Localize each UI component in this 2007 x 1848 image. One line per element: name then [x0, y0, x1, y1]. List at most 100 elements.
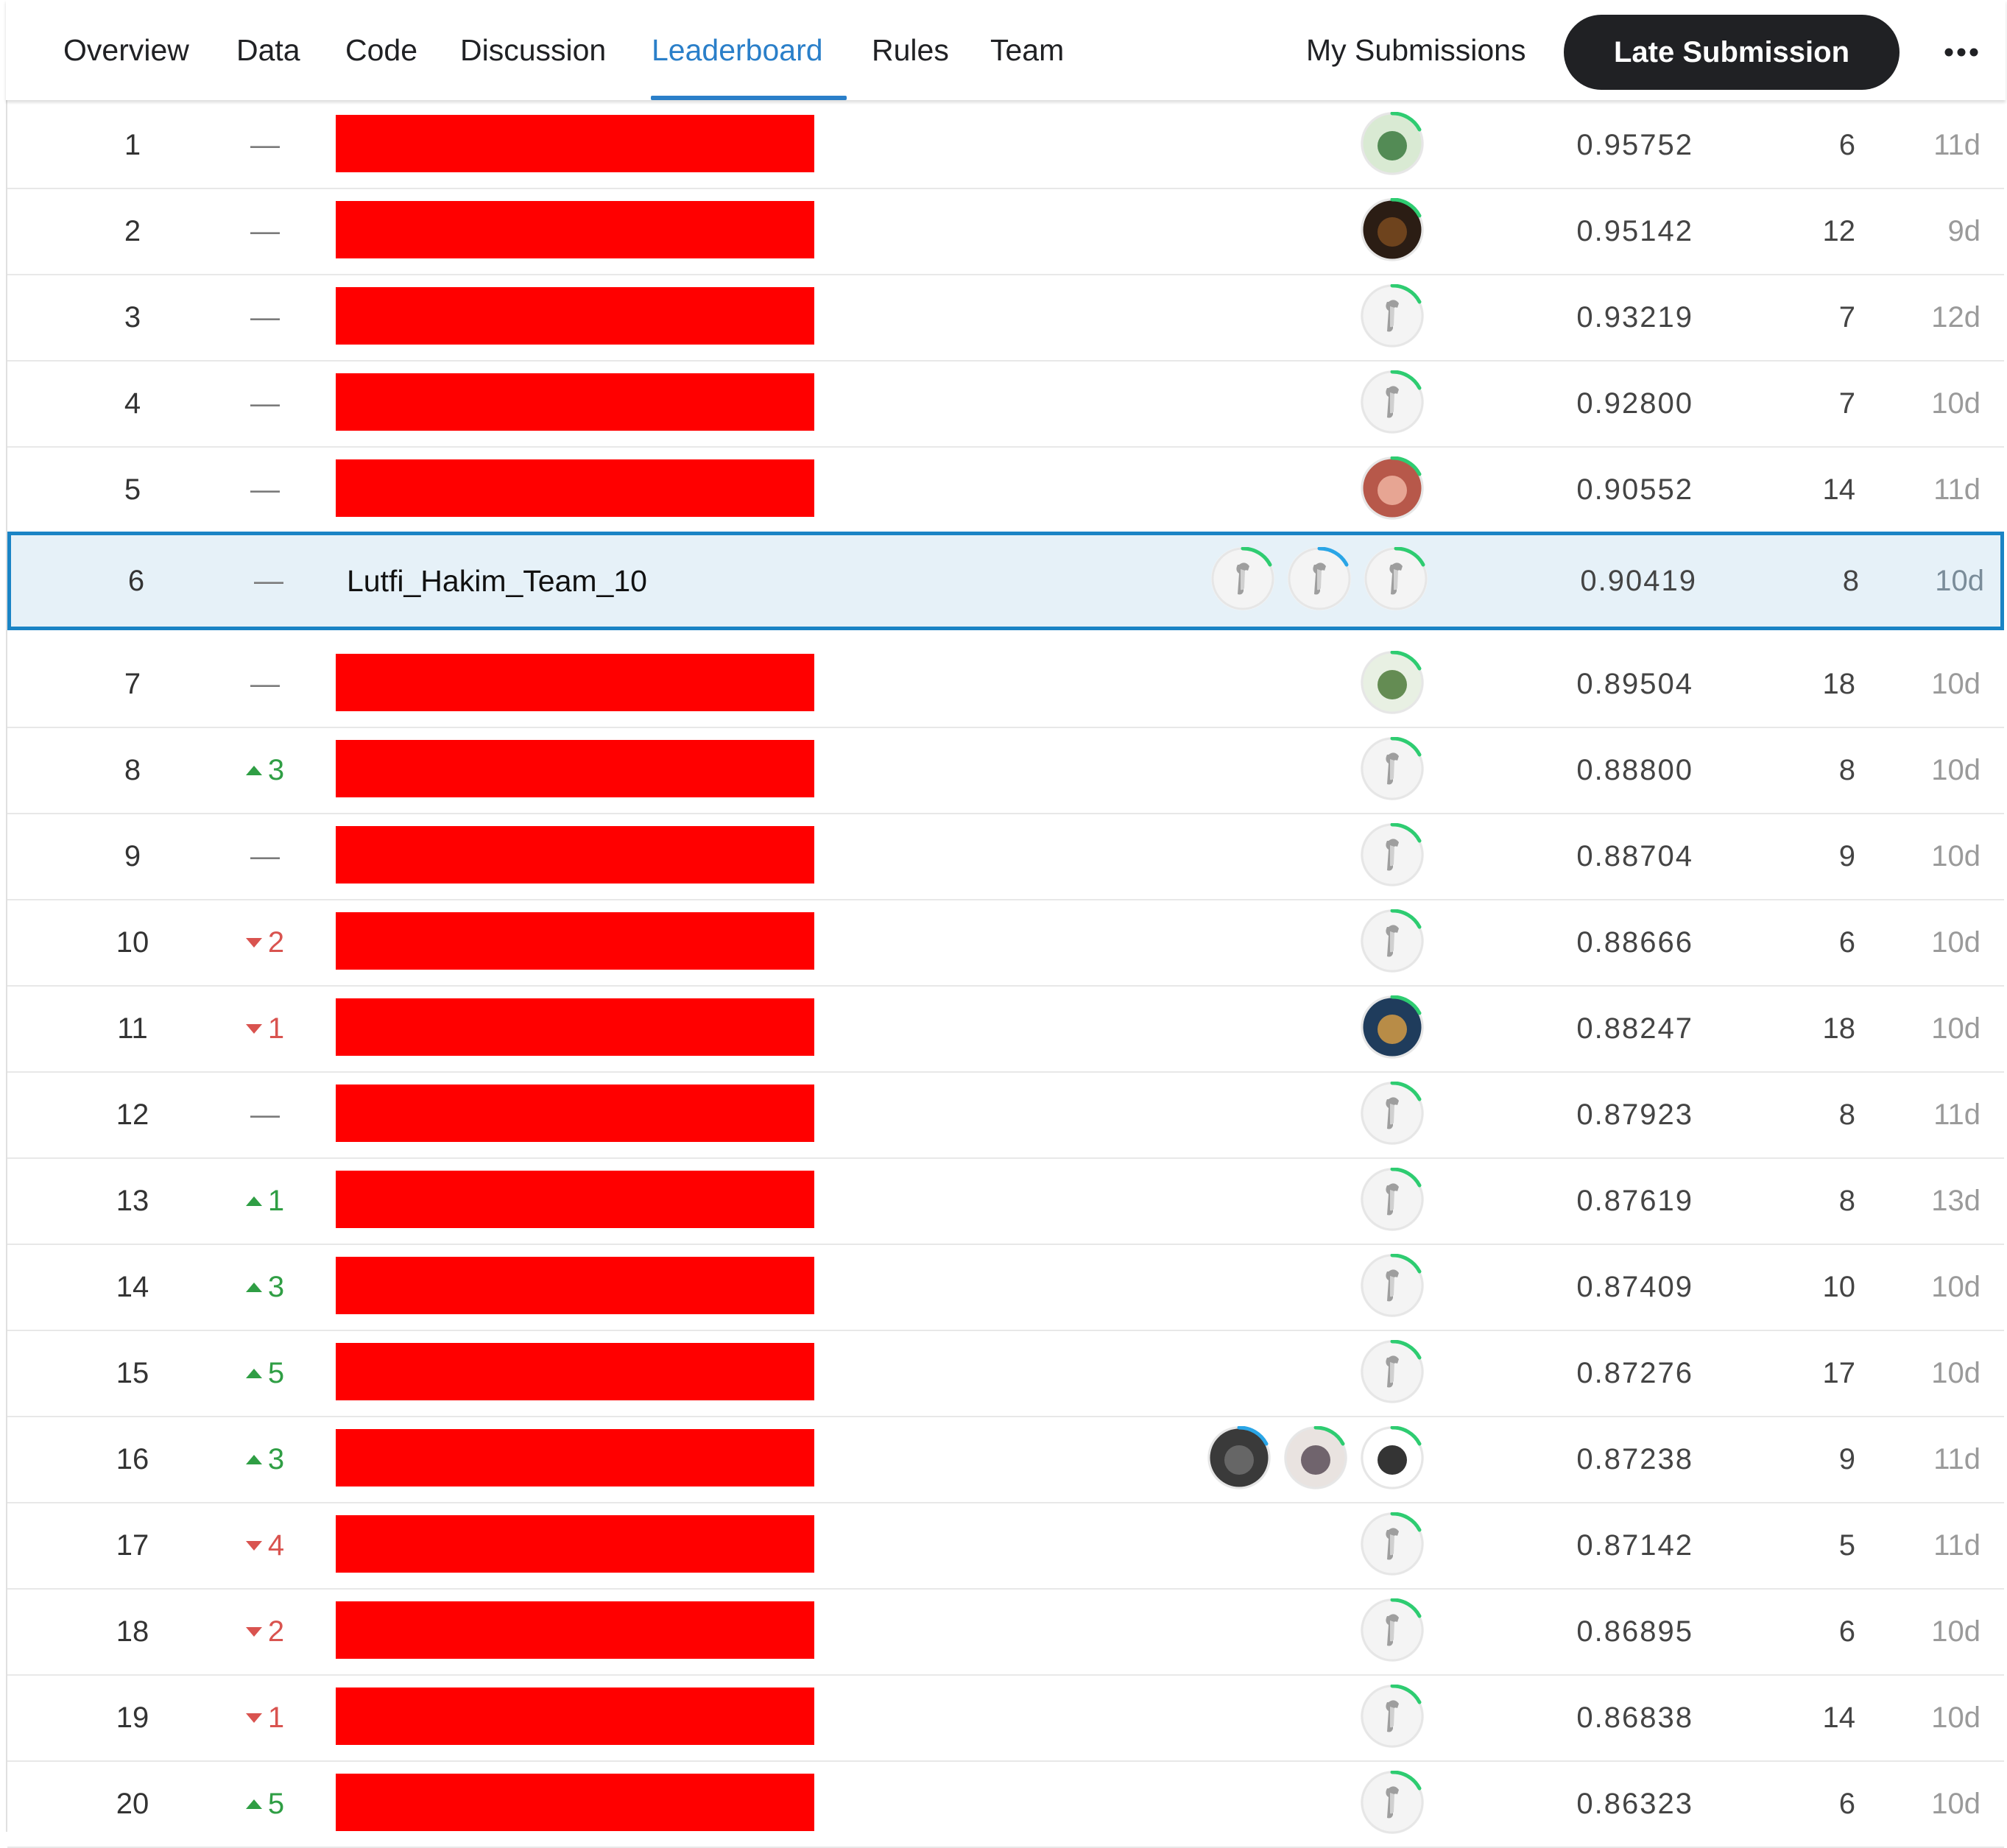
- table-row[interactable]: 2 — 0.95142 12 9d: [7, 189, 2004, 275]
- table-row[interactable]: 1 — 0.95752 6 11d: [7, 103, 2004, 189]
- team-member-avatar[interactable]: [1361, 736, 1424, 800]
- tab-label: Rules: [872, 32, 949, 67]
- rank-change: 1: [221, 987, 309, 1071]
- rank-change-value: 1: [267, 1185, 285, 1217]
- tab-team[interactable]: Team: [990, 0, 1064, 100]
- no-change-dash: —: [250, 473, 280, 506]
- team-member-avatar[interactable]: [1361, 1512, 1424, 1576]
- table-row[interactable]: 16 3 0.87238 9 11d: [7, 1417, 2004, 1503]
- score: 0.89504: [1576, 668, 1693, 700]
- team-member-avatar[interactable]: [1364, 547, 1428, 610]
- tab-leaderboard[interactable]: Leaderboard: [652, 0, 823, 100]
- team-member-avatar[interactable]: [1361, 650, 1424, 714]
- more-horizontal-icon: [1944, 48, 1978, 57]
- team-member-avatar[interactable]: [1207, 1425, 1271, 1489]
- table-row[interactable]: 9 — 0.88704 9 10d: [7, 814, 2004, 900]
- score: 0.88800: [1576, 754, 1693, 786]
- table-row[interactable]: 8 3 0.88800 8 10d: [7, 728, 2004, 814]
- default-avatar-icon: [1211, 547, 1274, 610]
- last-submission-age: 10d: [1931, 1788, 1980, 1820]
- team-member-avatar[interactable]: [1361, 1598, 1424, 1662]
- team-member-avatar[interactable]: [1361, 1081, 1424, 1145]
- table-row[interactable]: 17 4 0.87142 5 11d: [7, 1503, 2004, 1590]
- default-avatar-icon: [1361, 822, 1424, 886]
- team-member-avatar[interactable]: [1284, 1425, 1347, 1489]
- table-row[interactable]: 20 5 0.86323 6 10d: [7, 1762, 2004, 1848]
- entries-count: 18: [1822, 1012, 1856, 1045]
- score: 0.93219: [1576, 301, 1693, 334]
- table-row-my-team[interactable]: 6 — Lutfi_Hakim_Team_10 0.90419 8 10d: [7, 532, 2004, 630]
- rank: 11: [117, 1012, 148, 1045]
- tab-data[interactable]: Data: [236, 0, 300, 100]
- user-photo-icon: [1361, 197, 1424, 261]
- team-member-avatar[interactable]: [1361, 995, 1424, 1059]
- team-member-avatar[interactable]: [1361, 283, 1424, 348]
- team-member-avatar[interactable]: [1211, 547, 1274, 610]
- last-submission-age: 10d: [1931, 1615, 1980, 1648]
- last-submission-age: 11d: [1933, 129, 1980, 161]
- last-submission-age: 9d: [1947, 215, 1981, 247]
- tab-code[interactable]: Code: [345, 0, 417, 100]
- team-member-avatar[interactable]: [1288, 547, 1351, 610]
- tab-label: Code: [345, 32, 418, 67]
- score: 0.88666: [1576, 926, 1693, 959]
- redacted-team-name: [336, 1085, 814, 1142]
- score: 0.87619: [1576, 1185, 1693, 1217]
- redacted-team-name: [336, 1343, 814, 1400]
- team-member-avatar[interactable]: [1361, 1167, 1424, 1231]
- team-member-avatar[interactable]: [1361, 456, 1424, 520]
- team-member-avatar[interactable]: [1361, 197, 1424, 261]
- last-submission-age: 11d: [1933, 1443, 1980, 1475]
- rank-change-value: 3: [267, 1443, 285, 1475]
- tab-rules[interactable]: Rules: [872, 0, 949, 100]
- table-row[interactable]: 12 — 0.87923 8 11d: [7, 1073, 2004, 1159]
- rank: 13: [116, 1185, 149, 1217]
- rank-down-icon: [245, 1541, 262, 1551]
- more-options-button[interactable]: [1930, 15, 1992, 90]
- tab-overview[interactable]: Overview: [63, 0, 189, 100]
- last-submission-age: 10d: [1931, 1357, 1980, 1389]
- late-submission-button[interactable]: Late Submission: [1564, 15, 1900, 90]
- table-row[interactable]: 5 — 0.90552 14 11d: [7, 448, 2004, 534]
- table-row[interactable]: 19 1 0.86838 14 10d: [7, 1676, 2004, 1762]
- table-row[interactable]: 11 1 0.88247 18 10d: [7, 987, 2004, 1073]
- team-member-avatar[interactable]: [1361, 1770, 1424, 1834]
- team-member-avatar[interactable]: [1361, 111, 1424, 175]
- team-name[interactable]: Lutfi_Hakim_Team_10: [347, 535, 647, 627]
- rank: 9: [124, 840, 141, 872]
- last-submission-age: 10d: [1931, 1701, 1980, 1734]
- rank-change: —: [221, 448, 309, 532]
- team-member-avatar[interactable]: [1361, 370, 1424, 434]
- my-submissions-link[interactable]: My Submissions: [1306, 0, 1525, 100]
- table-row[interactable]: 4 — 0.92800 7 10d: [7, 362, 2004, 448]
- table-row[interactable]: 3 — 0.93219 7 12d: [7, 275, 2004, 362]
- team-member-avatar[interactable]: [1361, 1253, 1424, 1317]
- entries-count: 14: [1822, 1701, 1856, 1734]
- entries-count: 8: [1838, 1185, 1855, 1217]
- table-row[interactable]: 13 1 0.87619 8 13d: [7, 1159, 2004, 1245]
- team-member-avatar[interactable]: [1361, 1339, 1424, 1403]
- table-row[interactable]: 10 2 0.88666 6 10d: [7, 900, 2004, 987]
- default-avatar-icon: [1361, 1684, 1424, 1747]
- redacted-team-name: [336, 373, 814, 431]
- entries-count: 12: [1822, 215, 1856, 247]
- no-change-dash: —: [250, 301, 280, 334]
- table-row[interactable]: 7 — 0.89504 18 10d: [7, 642, 2004, 728]
- table-row[interactable]: 18 2 0.86895 6 10d: [7, 1590, 2004, 1676]
- team-member-avatar[interactable]: [1361, 1684, 1424, 1748]
- table-row[interactable]: 14 3 0.87409 10 10d: [7, 1245, 2004, 1331]
- table-row[interactable]: 15 5 0.87276 17 10d: [7, 1331, 2004, 1417]
- team-member-avatar[interactable]: [1361, 822, 1424, 886]
- tab-discussion[interactable]: Discussion: [460, 0, 606, 100]
- team-member-avatar[interactable]: [1361, 909, 1424, 973]
- rank-up-icon: [245, 1455, 262, 1464]
- user-photo-icon: [1361, 995, 1424, 1058]
- rank-change-value: 1: [267, 1012, 285, 1045]
- user-photo-icon: [1361, 111, 1424, 174]
- rank: 15: [116, 1357, 149, 1389]
- rank: 12: [116, 1098, 149, 1131]
- score: 0.90419: [1580, 564, 1697, 597]
- user-photo-icon: [1361, 650, 1424, 713]
- team-member-avatar[interactable]: [1361, 1425, 1424, 1489]
- tab-label: Discussion: [460, 32, 607, 67]
